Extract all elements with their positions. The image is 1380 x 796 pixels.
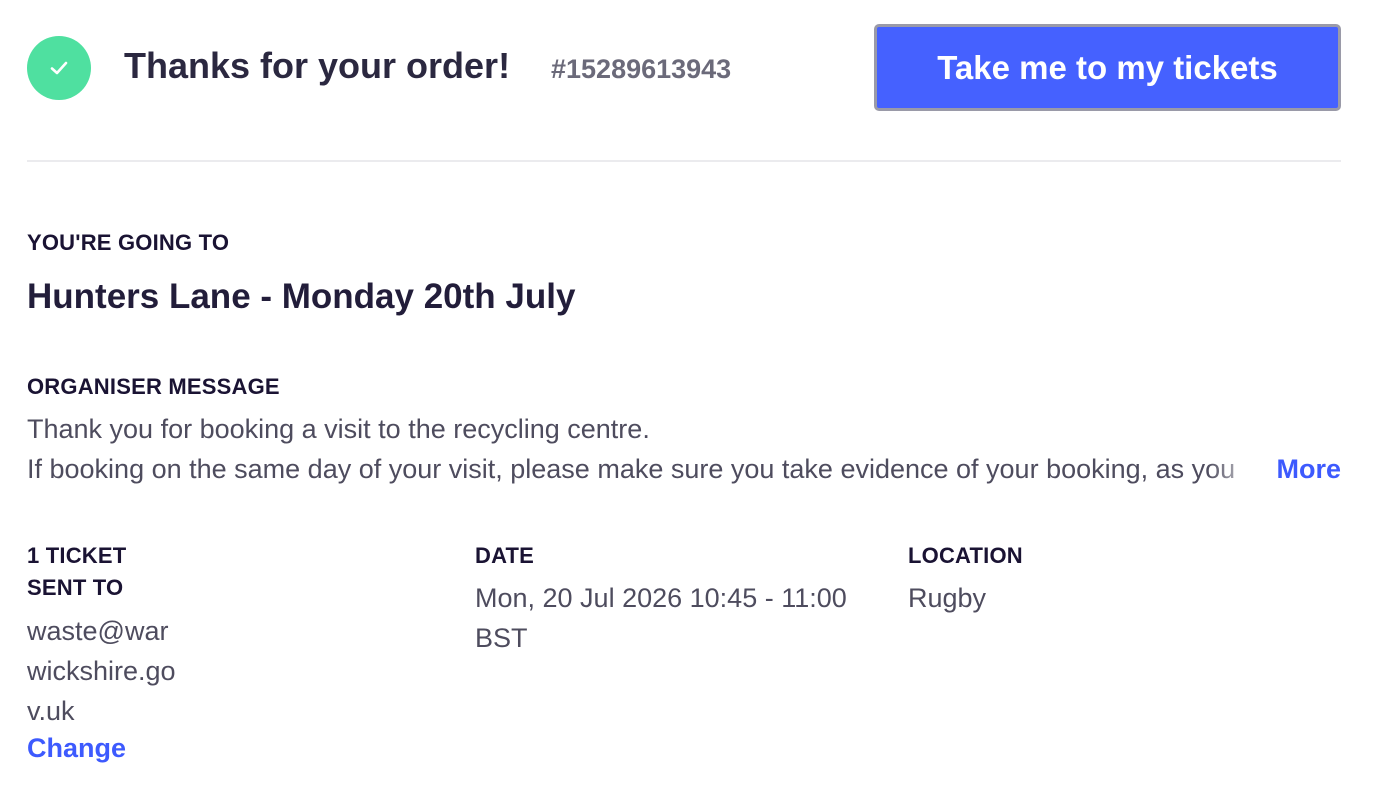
view-tickets-button[interactable]: Take me to my tickets [874,24,1341,111]
organiser-message-label: ORGANISER MESSAGE [27,374,280,399]
ticket-count-label: 1 TICKET [27,543,127,568]
checkmark-icon [27,36,91,100]
more-link[interactable]: More [1276,454,1341,485]
event-title: Hunters Lane - Monday 20th July [27,277,576,316]
change-email-link[interactable]: Change [27,733,126,764]
organiser-message-line: Thank you for booking a visit to the rec… [27,414,650,444]
going-to-label: YOU'RE GOING TO [27,230,230,255]
event-date-value: Mon, 20 Jul 2026 10:45 - 11:00 BST [475,583,847,653]
organiser-message-line-truncated: If booking on the same day of your visit… [27,454,1267,485]
divider [27,160,1341,162]
recipient-email: waste@warwickshire.gov.uk [27,616,176,726]
page-title: Thanks for your order! [124,45,511,86]
order-number: #15289613943 [551,54,732,84]
location-label: LOCATION [908,543,1023,568]
order-confirmation-header: Thanks for your order! #15289613943 Take… [27,24,1341,112]
location-value: Rugby [908,583,987,613]
sent-to-label: SENT TO [27,575,124,600]
date-label: DATE [475,543,535,568]
